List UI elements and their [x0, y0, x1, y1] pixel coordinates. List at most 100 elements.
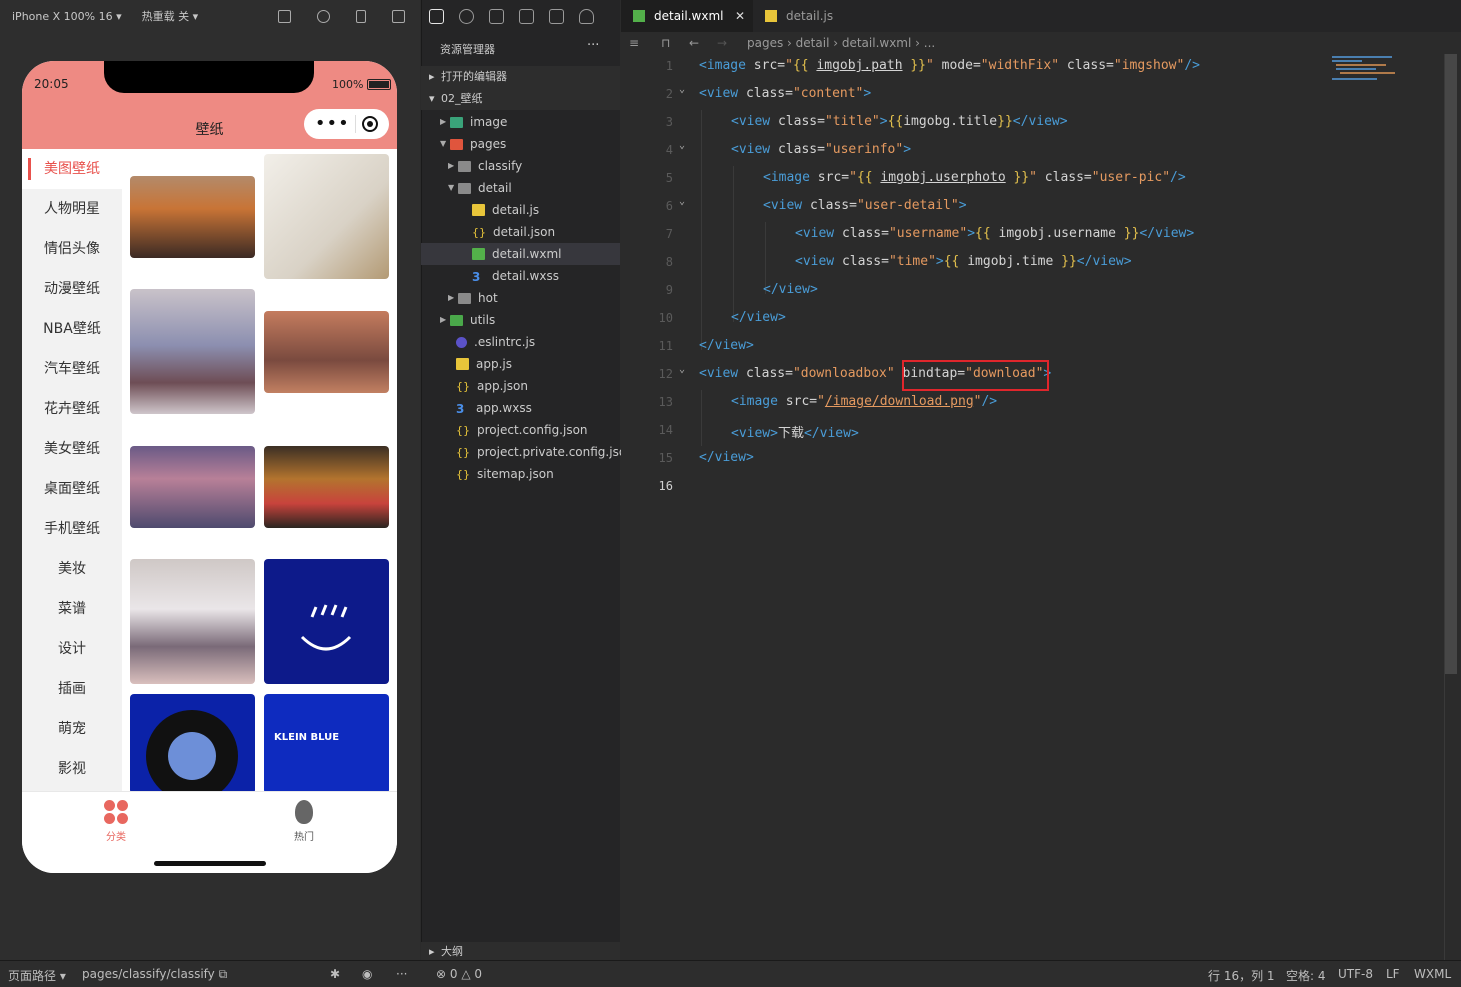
category-item[interactable]: 萌宠: [22, 709, 122, 749]
tree-item-project-config[interactable]: {} project.config.json: [456, 419, 588, 441]
tab-detail-wxml[interactable]: detail.wxml ✕: [621, 0, 753, 32]
tab-classify[interactable]: 分类: [86, 800, 146, 843]
outline-section[interactable]: ▸ 大纲: [421, 942, 620, 962]
search-icon[interactable]: [459, 8, 474, 24]
back-arrow-icon[interactable]: ←: [689, 32, 699, 54]
tree-item-image[interactable]: ▶ image: [440, 111, 507, 133]
code-line: <view class="time">{{ imgobj.time }}</vi…: [795, 254, 1132, 269]
refresh-icon[interactable]: [278, 9, 292, 23]
close-icon[interactable]: ✕: [735, 0, 745, 32]
category-item[interactable]: 设计: [22, 629, 122, 669]
tree-item-eslintrc[interactable]: .eslintrc.js: [456, 331, 535, 353]
wallpaper-thumb[interactable]: [130, 176, 255, 258]
fold-chevron-icon[interactable]: ⌄: [679, 84, 685, 95]
menu-capsule[interactable]: •••: [304, 109, 389, 139]
crumb-pages[interactable]: pages: [747, 36, 783, 50]
tree-item-app-js[interactable]: app.js: [456, 353, 512, 375]
open-editors-section[interactable]: ▸ 打开的编辑器: [421, 66, 620, 88]
tree-item-app-wxss[interactable]: 3 app.wxss: [456, 397, 532, 419]
bug-icon[interactable]: ✱: [330, 967, 340, 981]
category-item-active[interactable]: 美图壁纸: [22, 149, 122, 189]
more-dots-icon[interactable]: •••: [315, 115, 350, 133]
status-time: 20:05: [34, 77, 69, 91]
eye-icon[interactable]: ◉: [362, 967, 372, 981]
phone-icon[interactable]: [356, 9, 367, 23]
tree-item-sitemap[interactable]: {} sitemap.json: [456, 463, 554, 485]
list-icon[interactable]: ≡: [629, 32, 639, 54]
tree-item-detail-wxss[interactable]: 3 detail.wxss: [472, 265, 559, 287]
encoding[interactable]: UTF-8: [1338, 967, 1373, 981]
files-icon[interactable]: [429, 8, 444, 24]
category-item[interactable]: 花卉壁纸: [22, 389, 122, 429]
phone-screen: 20:05 100% 壁纸 ••• 美图壁纸 人物明星 情侣头像 动漫壁纸 NB…: [22, 61, 397, 873]
code-editor[interactable]: 1 2 3 4 5 6 7 8 9 10 11 12 13 14 15 16 ⌄…: [621, 54, 1444, 960]
project-section[interactable]: ▾ 02_壁纸: [421, 88, 620, 110]
category-item[interactable]: 情侣头像: [22, 229, 122, 269]
crumb-more[interactable]: ...: [924, 36, 935, 50]
more-icon[interactable]: ···: [396, 967, 407, 981]
stop-icon[interactable]: [317, 9, 331, 23]
page-path-dropdown[interactable]: 页面路径 ▾: [8, 967, 66, 984]
tab-hot[interactable]: 热门: [274, 800, 334, 843]
source-control-icon[interactable]: [489, 8, 504, 24]
wallpaper-thumb[interactable]: [130, 559, 255, 684]
tab-detail-js[interactable]: detail.js: [753, 0, 865, 32]
tree-item-detail-js[interactable]: detail.js: [472, 199, 539, 221]
wallpaper-thumb[interactable]: [264, 154, 389, 279]
scrollbar-thumb[interactable]: [1445, 54, 1457, 674]
hotreload-select[interactable]: 热重载 关 ▾: [142, 8, 199, 24]
category-item[interactable]: 汽车壁纸: [22, 349, 122, 389]
category-item[interactable]: NBA壁纸: [22, 309, 122, 349]
category-item[interactable]: 手机壁纸: [22, 509, 122, 549]
bookmark-icon[interactable]: ⊓: [661, 32, 670, 54]
tree-item-hot[interactable]: ▶ hot: [448, 287, 498, 309]
home-indicator: [154, 861, 266, 866]
wallpaper-thumb[interactable]: [264, 446, 389, 528]
fold-chevron-icon[interactable]: ⌄: [679, 140, 685, 151]
wallpaper-thumb[interactable]: [264, 559, 389, 684]
tree-item-detail-json[interactable]: {} detail.json: [472, 221, 555, 243]
wallpaper-thumb[interactable]: [130, 446, 255, 528]
category-item[interactable]: 影视: [22, 749, 122, 789]
wallpaper-thumb[interactable]: [130, 694, 255, 802]
category-item[interactable]: 动漫壁纸: [22, 269, 122, 309]
device-select[interactable]: iPhone X 100% 16 ▾: [12, 10, 122, 23]
tree-item-pages[interactable]: ▼ pages: [440, 133, 506, 155]
line-ending[interactable]: LF: [1386, 967, 1400, 981]
close-target-icon[interactable]: [362, 116, 379, 132]
wallpaper-thumb[interactable]: [130, 289, 255, 414]
debug-icon[interactable]: [549, 8, 564, 24]
forward-arrow-icon[interactable]: →: [717, 32, 727, 54]
page-path[interactable]: pages/classify/classify ⧉: [82, 967, 227, 982]
tree-item-detail[interactable]: ▼ detail: [448, 177, 512, 199]
tree-item-app-json[interactable]: {} app.json: [456, 375, 528, 397]
tree-item-project-private-config[interactable]: {} project.private.config.json: [456, 441, 634, 463]
problems-indicator[interactable]: ⊗ 0 △ 0: [436, 967, 482, 981]
chevron-right-icon: ▶: [440, 117, 447, 126]
crumb-detail[interactable]: detail: [796, 36, 830, 50]
cursor-position[interactable]: 行 16，列 1: [1208, 967, 1275, 984]
copy-icon[interactable]: ⧉: [219, 967, 228, 981]
fold-chevron-icon[interactable]: ⌄: [679, 364, 685, 375]
wallpaper-thumb[interactable]: [264, 311, 389, 393]
category-item[interactable]: 美女壁纸: [22, 429, 122, 469]
category-item[interactable]: 菜谱: [22, 589, 122, 629]
minimap[interactable]: [1330, 54, 1442, 84]
category-item[interactable]: 人物明星: [22, 189, 122, 229]
wallpaper-thumb[interactable]: KLEIN BLUE: [264, 694, 389, 794]
crumb-file[interactable]: detail.wxml: [842, 36, 911, 50]
window-icon[interactable]: [392, 9, 406, 23]
extensions-icon[interactable]: [519, 8, 534, 24]
indentation[interactable]: 空格: 4: [1286, 967, 1326, 984]
category-item[interactable]: 美妆: [22, 549, 122, 589]
fold-chevron-icon[interactable]: ⌄: [679, 196, 685, 207]
tree-item-classify[interactable]: ▶ classify: [448, 155, 522, 177]
cloud-icon[interactable]: [579, 8, 594, 24]
tree-item-detail-wxml[interactable]: detail.wxml: [421, 243, 620, 265]
category-item[interactable]: 插画: [22, 669, 122, 709]
tree-item-utils[interactable]: ▶ utils: [440, 309, 495, 331]
category-item[interactable]: 桌面壁纸: [22, 469, 122, 509]
language-mode[interactable]: WXML: [1414, 967, 1451, 981]
more-icon[interactable]: ···: [587, 38, 599, 53]
line-number: 3: [665, 115, 673, 129]
